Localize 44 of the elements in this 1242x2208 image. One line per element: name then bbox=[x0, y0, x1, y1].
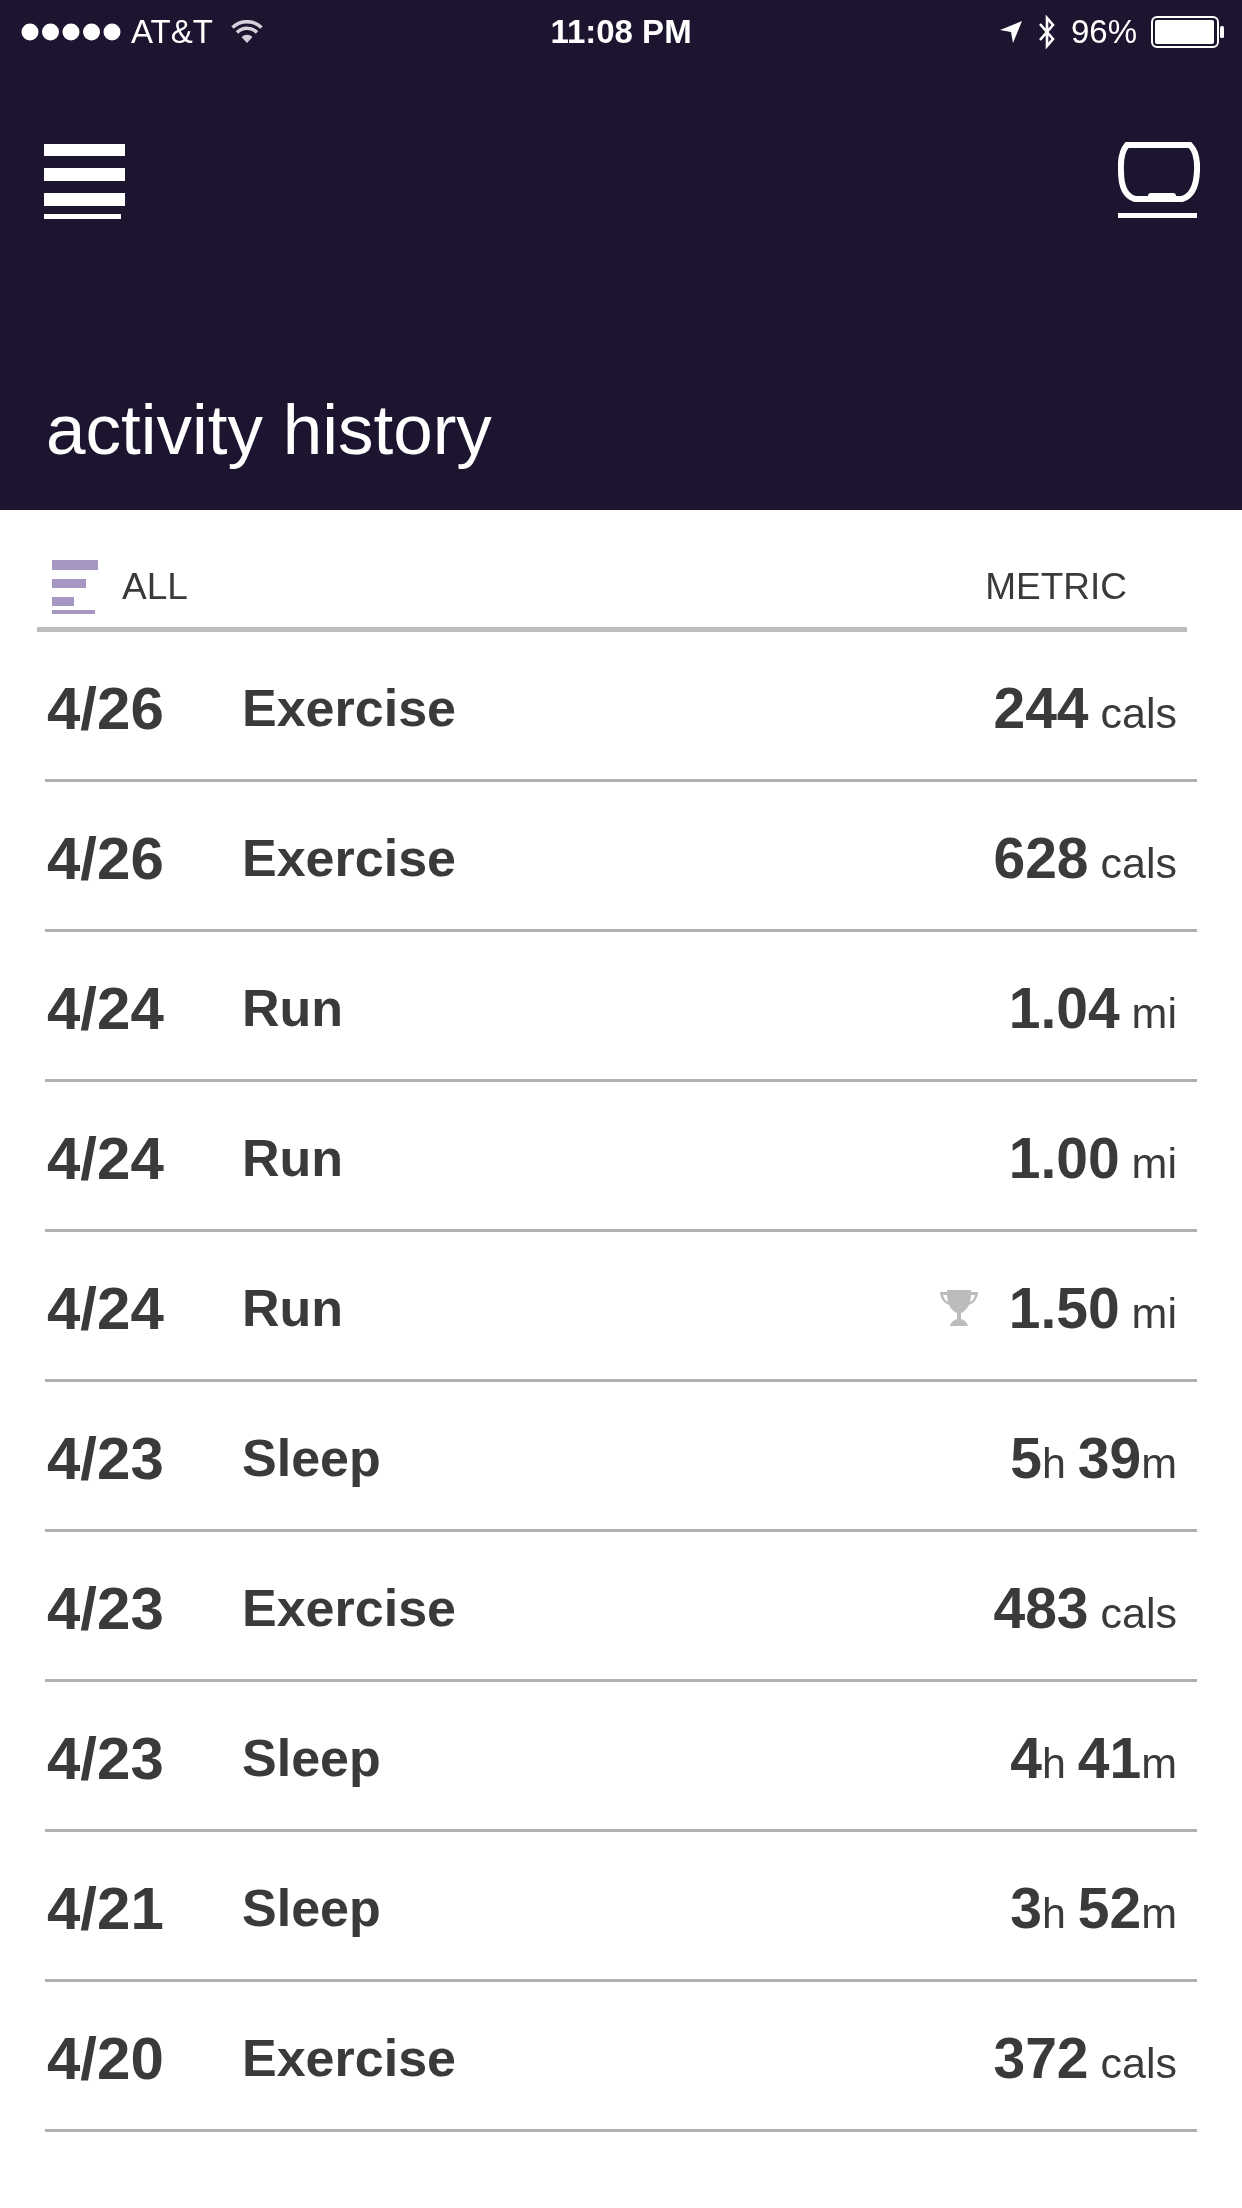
date-text: 4/23 bbox=[47, 1574, 165, 1643]
battery-icon bbox=[1151, 16, 1225, 48]
metric-value: 4h 41m bbox=[1010, 1725, 1177, 1792]
activity-name: Run bbox=[242, 1278, 344, 1339]
location-arrow-icon bbox=[998, 20, 1023, 44]
activity-name: Exercise bbox=[242, 678, 456, 739]
metric-value: 5h 39m bbox=[1010, 1425, 1177, 1492]
metric-value: 1.04 mi bbox=[1008, 975, 1177, 1042]
activity-name: Exercise bbox=[242, 1578, 456, 1639]
bluetooth-icon bbox=[1036, 15, 1057, 49]
menu-icon[interactable] bbox=[44, 144, 125, 219]
units-button[interactable]: METRIC bbox=[985, 565, 1127, 608]
metric-value: 244 cals bbox=[993, 675, 1177, 742]
metric-value: 628 cals bbox=[993, 825, 1177, 892]
date-text: 4/21 bbox=[47, 1874, 165, 1943]
date-text: 4/23 bbox=[47, 1424, 165, 1493]
metric-value: 1.50 mi bbox=[1008, 1275, 1177, 1342]
metric-value: 483 cals bbox=[993, 1575, 1177, 1642]
date-text: 4/24 bbox=[47, 1124, 165, 1193]
battery-percent: 96% bbox=[1070, 13, 1137, 51]
signal-icon bbox=[21, 23, 121, 41]
wristband-icon[interactable] bbox=[1118, 141, 1200, 218]
date-text: 4/24 bbox=[47, 974, 165, 1043]
activity-name: Exercise bbox=[242, 828, 456, 889]
date-text: 4/20 bbox=[47, 2024, 165, 2093]
metric-value: 1.00 mi bbox=[1008, 1125, 1177, 1192]
clock-time: 11:08 PM bbox=[550, 13, 692, 51]
date-text: 4/26 bbox=[47, 674, 165, 743]
page-title: activity history bbox=[46, 393, 492, 467]
filter-icon bbox=[52, 559, 98, 614]
activity-name: Sleep bbox=[242, 1428, 381, 1489]
activity-name: Sleep bbox=[242, 1728, 381, 1789]
date-text: 4/26 bbox=[47, 824, 165, 893]
date-text: 4/23 bbox=[47, 1724, 165, 1793]
filter-button[interactable]: ALL bbox=[52, 559, 188, 614]
activity-name: Run bbox=[242, 1128, 344, 1189]
activity-name: Sleep bbox=[242, 1878, 381, 1939]
metric-value: 372 cals bbox=[993, 2025, 1177, 2092]
activity-name: Run bbox=[242, 978, 344, 1039]
wifi-icon bbox=[230, 20, 263, 44]
date-text: 4/24 bbox=[47, 1274, 165, 1343]
carrier-name: AT&T bbox=[131, 13, 213, 51]
metric-value: 3h 52m bbox=[1010, 1875, 1177, 1942]
activity-name: Exercise bbox=[242, 2028, 456, 2089]
